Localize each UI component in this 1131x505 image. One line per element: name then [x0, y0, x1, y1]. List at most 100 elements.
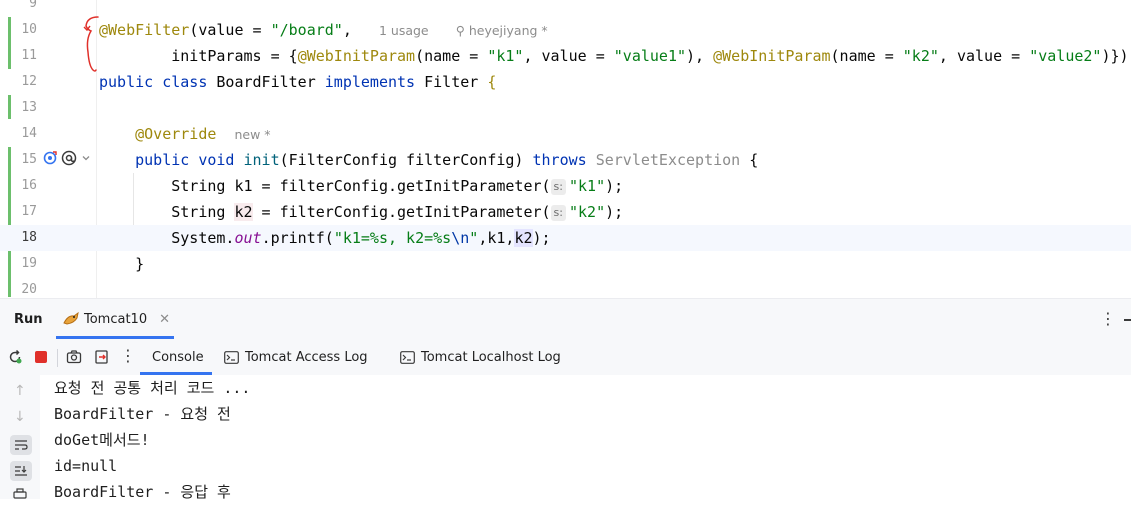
variable-highlight: k2 — [234, 203, 253, 221]
code-line: 15 public void init(FilterConfig filterC… — [0, 147, 1131, 173]
more-options-icon[interactable]: ⋮ — [1100, 309, 1116, 328]
close-icon[interactable]: ✕ — [159, 312, 170, 327]
terminal-icon — [400, 350, 415, 364]
string-literal: "k2" — [568, 203, 606, 221]
string-literal: "value2" — [1029, 47, 1102, 65]
scroll-to-end-icon[interactable] — [10, 461, 32, 481]
keyword: public class — [99, 73, 208, 91]
annotation: @Override — [135, 125, 217, 143]
parameter-hint: s: — [550, 205, 566, 221]
code-text: ); — [605, 177, 624, 195]
static-field: out — [234, 229, 262, 247]
usage-hint[interactable]: 1 usage — [379, 23, 429, 38]
soft-wrap-icon[interactable] — [10, 435, 32, 455]
toolbar-divider — [57, 349, 58, 367]
rerun-icon[interactable] — [7, 349, 23, 365]
code-line: 20 — [0, 277, 1131, 298]
code-text: (FilterConfig filterConfig) — [279, 151, 533, 169]
code-line: 10 @WebFilter(value = "/board", 1 usage … — [0, 17, 1131, 43]
line-number: 16 — [21, 178, 37, 193]
tab-label: Tomcat Access Log — [245, 349, 368, 365]
code-line: 13 — [0, 95, 1131, 121]
string-literal: "/board" — [270, 21, 343, 39]
author-hint[interactable]: ⚲ heyejiyang * — [456, 23, 548, 38]
code-text: } — [135, 255, 145, 273]
variable-highlight: k2 — [514, 229, 533, 247]
tab-console[interactable]: Console — [140, 339, 216, 375]
code-text: = filterConfig.getInitParameter( — [252, 203, 551, 221]
line-number: 10 — [21, 22, 37, 37]
fold-chevron-icon[interactable] — [80, 152, 92, 164]
terminal-icon — [224, 350, 239, 364]
tab-label: Console — [152, 349, 204, 365]
annotation: @WebFilter — [99, 21, 190, 39]
string-literal: " — [469, 229, 479, 247]
code-text: ), — [686, 47, 714, 65]
line-number: 18 — [21, 230, 37, 245]
code-line: 12 public class BoardFilter implements F… — [0, 69, 1131, 95]
tab-tomcat-localhost-log[interactable]: Tomcat Localhost Log — [400, 339, 561, 375]
console-output[interactable]: 요청 전 공통 처리 코드 ... BoardFilter - 요청 전 doG… — [40, 375, 1131, 501]
string-literal: "value1" — [613, 47, 687, 65]
line-number: 11 — [21, 48, 37, 63]
code-text: System. — [171, 229, 235, 247]
minimize-icon[interactable] — [1124, 319, 1131, 321]
line-number: 12 — [21, 74, 37, 89]
implements-method-icon[interactable] — [42, 150, 58, 166]
string-literal: "k1" — [568, 177, 606, 195]
code-text: .printf( — [261, 229, 334, 247]
code-text: )}) — [1101, 47, 1129, 65]
red-markup-annotation — [83, 16, 99, 72]
annotation: @WebInitParam — [297, 47, 416, 65]
console-toolbar: ⋮ Console Tomcat Access Log Tomcat Local… — [0, 339, 1131, 376]
code-line: 17 String k2 = filterConfig.getInitParam… — [0, 199, 1131, 225]
run-tool-window: Run Tomcat10 ✕ ⋮ ⋮ Console Tomcat Access… — [0, 298, 1131, 501]
code-text: String k1 = filterConfig.getInitParamete… — [171, 177, 551, 195]
annotation-gutter-icon[interactable] — [60, 149, 78, 167]
keyword: throws — [532, 151, 587, 169]
code-text: (name = — [415, 47, 488, 65]
run-toolbar: Run Tomcat10 ✕ ⋮ — [0, 299, 1131, 339]
camera-icon[interactable] — [66, 349, 82, 365]
gutter-icons — [42, 147, 92, 169]
more-options-icon[interactable]: ⋮ — [120, 346, 136, 365]
code-text: , — [342, 21, 352, 39]
author-hint[interactable]: new * — [234, 127, 270, 142]
string-literal: "k1" — [487, 47, 524, 65]
string-literal: "k2" — [902, 47, 939, 65]
tab-tomcat-access-log[interactable]: Tomcat Access Log — [224, 339, 368, 375]
line-number: 19 — [21, 256, 37, 271]
console-side-toolbar: ↑ ↓ — [0, 375, 40, 499]
print-icon[interactable] — [13, 488, 27, 500]
console-line: doGet메서드! — [54, 431, 150, 449]
annotation: @WebInitParam — [713, 47, 831, 65]
arrow-down-icon[interactable]: ↓ — [14, 409, 26, 425]
code-line: 11 initParams = {@WebInitParam(name = "k… — [0, 43, 1131, 69]
unused-exception: ServletException — [586, 151, 741, 169]
console-line: BoardFilter - 응답 후 — [54, 483, 231, 501]
code-text: (name = — [830, 47, 903, 65]
string-literal: "k1=%s, k2=%s — [333, 229, 452, 247]
stop-icon[interactable] — [34, 350, 48, 364]
run-panel-title: Run — [14, 312, 43, 327]
code-line: 16 String k1 = filterConfig.getInitParam… — [0, 173, 1131, 199]
console-line: 요청 전 공통 처리 코드 ... — [54, 379, 251, 397]
code-text: Filter — [415, 73, 488, 91]
escape-sequence: \n — [451, 229, 470, 247]
line-number: 13 — [21, 100, 37, 115]
arrow-up-icon[interactable]: ↑ — [14, 383, 26, 399]
run-tab-tomcat10[interactable]: Tomcat10 ✕ — [62, 307, 170, 331]
keyword: public void — [135, 151, 235, 169]
code-line: 14 @Override new * — [0, 121, 1131, 147]
code-line-current: 18 System.out.printf("k1=%s, k2=%s\n",k1… — [0, 225, 1131, 251]
line-number: 15 — [21, 152, 37, 167]
parameter-hint: s: — [550, 179, 566, 195]
code-text: ); — [532, 229, 551, 247]
export-icon[interactable] — [94, 349, 110, 365]
brace: { — [487, 73, 497, 91]
tomcat-icon — [62, 311, 80, 327]
code-text: (value = — [189, 21, 271, 39]
code-editor[interactable]: 9 10 @WebFilter(value = "/board", 1 usag… — [0, 0, 1131, 298]
code-text: ); — [605, 203, 624, 221]
tab-label: Tomcat Localhost Log — [421, 349, 561, 365]
